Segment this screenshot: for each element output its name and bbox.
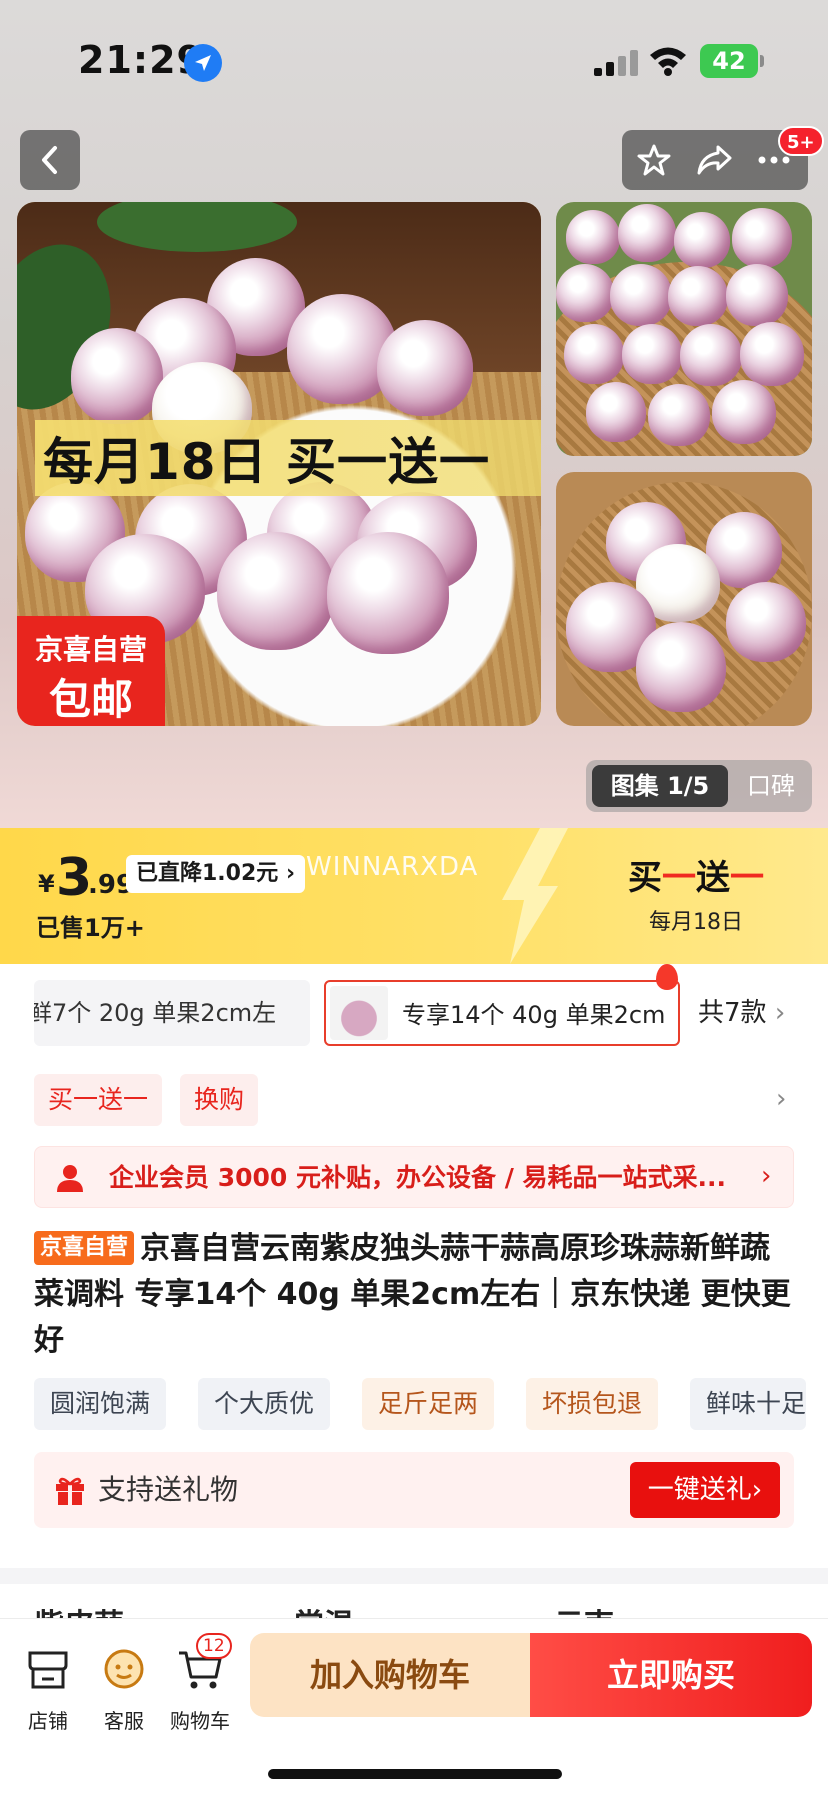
share-icon [697, 145, 732, 175]
more-dots-icon [758, 156, 790, 164]
product-detail-page: 21:29 42 5+ 每月18日 买一送一 京喜自营 包邮 图集 1/5 口碑… [0, 0, 828, 1796]
variant-thumbnail [330, 986, 388, 1040]
price-integer: 3 [56, 848, 93, 908]
customer-service-button[interactable]: 客服 [84, 1639, 164, 1733]
price-currency: ¥ [38, 870, 55, 898]
product-main-photo[interactable]: 每月18日 买一送一 京喜自营 包邮 [17, 202, 541, 726]
feature-chip: 足斤足两 [362, 1378, 495, 1430]
variant-count-label: 共7款 [698, 998, 767, 1028]
cart-label: 购物车 [170, 1709, 230, 1733]
chevron-right-icon: › [751, 1475, 763, 1505]
gift-icon [56, 1477, 84, 1505]
sold-count: 已售1万+ [36, 914, 145, 942]
feature-chip: 圆润饱满 [34, 1378, 167, 1430]
price-drop-chip[interactable]: 已直降1.02元 › [126, 855, 306, 893]
cart-count-badge: 12 [196, 1633, 232, 1659]
chevron-right-icon: › [761, 1161, 772, 1191]
wifi-icon [648, 44, 688, 80]
favorite-star-button[interactable] [624, 130, 684, 190]
store-label: 店铺 [28, 1709, 68, 1733]
section-divider [0, 1568, 828, 1584]
buy-now-button[interactable]: 立即购买 [530, 1633, 812, 1717]
watermark-text: WINNARXDA [306, 852, 479, 882]
lightning-bolt-icon [502, 828, 568, 964]
chevron-right-icon: › [285, 861, 296, 886]
corner-badge-line2: 包邮 [48, 675, 133, 724]
add-to-cart-button[interactable]: 加入购物车 [250, 1633, 530, 1717]
back-button[interactable] [20, 130, 80, 190]
home-indicator [268, 1769, 562, 1779]
send-gift-label: 一键送礼 [647, 1475, 752, 1505]
tab-gallery[interactable]: 图集 1/5 [592, 765, 728, 807]
variant-option-selected[interactable]: 专享14个 40g 单果2cm [324, 980, 680, 1046]
promo-tag[interactable]: 换购 [180, 1074, 259, 1126]
chevron-right-icon: › [774, 998, 786, 1028]
price-bar: ¥ 3 .99 已直降1.02元 › WINNARXDA 已售1万+ 买一送一 … [0, 828, 828, 964]
share-button[interactable] [684, 130, 744, 190]
enterprise-member-text: 企业会员 3000 元补贴，办公设备 / 易耗品一站式采... [109, 1163, 727, 1192]
person-icon [57, 1165, 83, 1192]
status-bar: 21:29 42 [0, 0, 828, 120]
feature-chip: 个大质优 [198, 1378, 331, 1430]
star-icon [637, 144, 671, 176]
bogo-subtitle: 每月18日 [649, 910, 743, 935]
enterprise-member-bar[interactable]: 企业会员 3000 元补贴，办公设备 / 易耗品一站式采... › [34, 1146, 794, 1208]
customer-service-icon [104, 1649, 144, 1689]
gallery-switch: 图集 1/5 口碑 [586, 760, 812, 812]
bogo-part4: 一 [730, 858, 764, 898]
variant-selector: 鲜7个 20g 单果2cm左 专享14个 40g 单果2cm 共7款 › [0, 964, 828, 1064]
hot-flame-icon [656, 964, 678, 990]
feature-chip: 鲜味十足 [690, 1378, 807, 1430]
bogo-title: 买一送一 [612, 850, 780, 899]
send-gift-button[interactable]: 一键送礼› [630, 1462, 780, 1518]
bogo-part2: 一 [662, 858, 696, 898]
price-drop-label: 已直降1.02元 [136, 861, 279, 886]
promo-tag[interactable]: 买一送一 [34, 1074, 163, 1126]
bottom-action-bar: 店铺 客服 购物车 12 加入购物车 立即购买 [0, 1618, 828, 1796]
promo-banner-text: 每月18日 买一送一 [43, 433, 490, 491]
product-photo-thumbnail-2[interactable] [556, 202, 812, 456]
chevron-right-icon[interactable]: › [776, 1084, 786, 1114]
product-photo-thumbnail-3[interactable] [556, 472, 812, 726]
store-button[interactable]: 店铺 [8, 1639, 88, 1733]
feature-chip: 坏损包退 [526, 1378, 659, 1430]
bogo-part3: 送 [696, 858, 730, 898]
product-title-text: 京喜自营云南紫皮独头蒜干蒜高原珍珠蒜新鲜蔬菜调料 专享14个 40g 单果2cm… [34, 1231, 791, 1358]
battery-level: 42 [712, 47, 746, 75]
variant-label: 专享14个 40g 单果2cm [402, 1001, 666, 1029]
variant-option[interactable]: 鲜7个 20g 单果2cm左 [34, 980, 310, 1046]
customer-service-label: 客服 [104, 1709, 144, 1733]
product-title: 京喜自营 京喜自营云南紫皮独头蒜干蒜高原珍珠蒜新鲜蔬菜调料 专享14个 40g 单… [34, 1226, 794, 1364]
self-operated-badge: 京喜自营 [34, 1231, 135, 1265]
corner-badge-line1: 京喜自营 [34, 633, 147, 666]
bogo-part1: 买 [628, 858, 662, 898]
battery-icon: 42 [700, 44, 764, 78]
gift-support-text: 支持送礼物 [98, 1473, 239, 1506]
location-arrow-icon [184, 44, 222, 82]
chevron-left-icon [42, 146, 57, 174]
cellular-signal-icon [594, 50, 638, 76]
self-operated-free-shipping-badge: 京喜自营 包邮 [17, 616, 165, 726]
store-icon [28, 1651, 68, 1689]
variant-count-link[interactable]: 共7款 › [698, 980, 785, 1046]
tab-reviews[interactable]: 口碑 [736, 765, 806, 807]
more-notification-badge: 5+ [778, 126, 824, 156]
